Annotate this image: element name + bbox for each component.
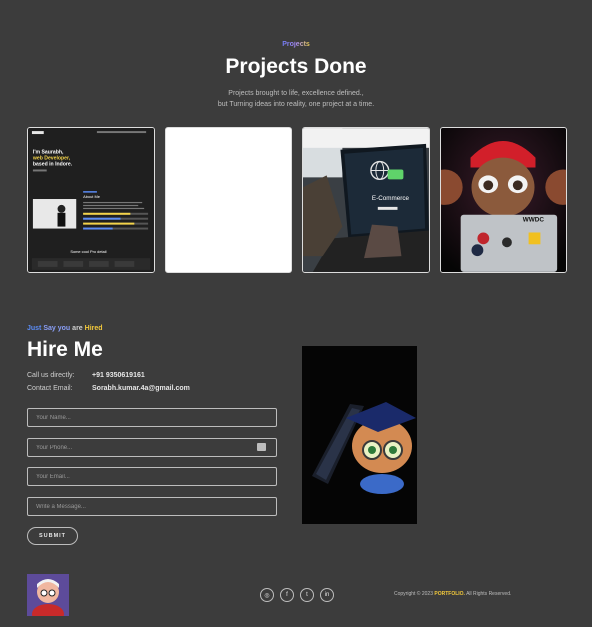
instagram-icon[interactable]: ◎ [260, 588, 274, 602]
call-label: Call us directly: [27, 372, 75, 379]
message-field[interactable] [27, 497, 277, 516]
hire-title: Hire Me [27, 338, 103, 361]
call-value[interactable]: +91 9350619161 [92, 372, 145, 379]
character-laptop-image: WWDC [441, 128, 566, 272]
facebook-icon[interactable]: f [280, 588, 294, 602]
projects-eyebrow: Projects [282, 41, 310, 48]
ecommerce-laptop-image: E-Commerce [303, 128, 429, 272]
project-card-portfolio[interactable]: I'm Saurabh, web Developer, based in Ind… [27, 127, 155, 273]
projects-title: Projects Done [225, 55, 367, 78]
linkedin-icon[interactable]: in [320, 588, 334, 602]
portfolio-preview-image: I'm Saurabh, web Developer, based in Ind… [28, 128, 154, 272]
avatar[interactable] [27, 574, 69, 616]
project-card-character[interactable]: WWDC [440, 127, 567, 273]
twitter-icon[interactable]: t [300, 588, 314, 602]
card1-about: About Me [83, 194, 100, 199]
phone-field[interactable] [27, 438, 277, 457]
submit-button[interactable]: SUBMIT [27, 527, 78, 545]
email-value[interactable]: Sorabh.kumar.4a@gmail.com [92, 385, 190, 392]
email-field[interactable] [27, 467, 277, 486]
name-field[interactable] [27, 408, 277, 427]
project-card-blank[interactable] [165, 127, 292, 273]
phone-card-icon[interactable] [257, 443, 266, 451]
card1-bottom: Some cool Pro detail [70, 249, 106, 254]
ecommerce-label: E-Commerce [372, 195, 410, 202]
hire-eyebrow: Just Say you are Hired [27, 325, 103, 332]
projects-subtitle: Projects brought to life, excellence def… [217, 90, 375, 108]
brand-link[interactable]: PORTFOLIO. [434, 591, 465, 597]
copyright: Copyright © 2023 PORTFOLIO. All Rights R… [394, 591, 512, 597]
project-card-ecommerce[interactable]: E-Commerce [302, 127, 430, 273]
graduate-character-image [302, 346, 417, 524]
card1-line3: based in Indore. [33, 162, 73, 168]
wwdc-sticker-text: WWDC [523, 217, 545, 224]
email-label: Contact Email: [27, 385, 73, 392]
